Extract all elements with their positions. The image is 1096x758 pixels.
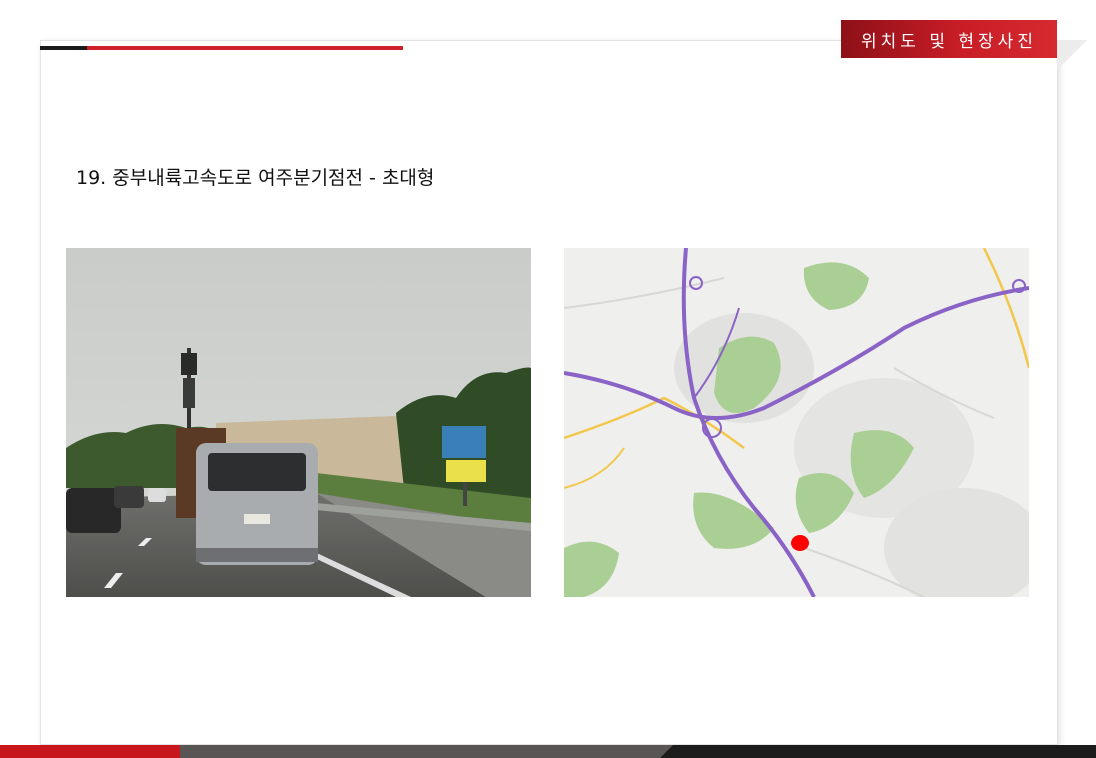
footer-bar-red [0,745,180,758]
page-heading: 19. 중부내륙고속도로 여주분기점전 - 초대형 [76,167,435,189]
badge-fold [1057,40,1087,70]
footer-bar-gray [180,745,680,758]
footer-bar-black [660,745,1096,758]
location-map [564,248,1029,597]
map-icon [564,248,1029,597]
section-title-badge: 위치도 및 현장사진 [841,20,1057,58]
top-accent-red [87,46,403,50]
highway-photo-icon [66,248,531,597]
site-photo [66,248,531,597]
location-marker-icon [791,535,809,551]
top-accent-black [40,46,87,50]
